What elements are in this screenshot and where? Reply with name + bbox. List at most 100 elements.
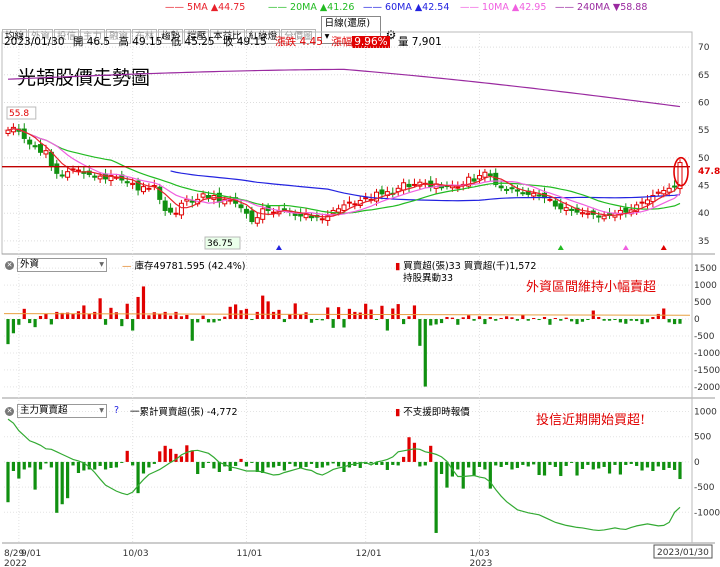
candle-body [504,188,510,191]
candle-body [200,193,206,198]
main-force-bar [613,461,617,465]
main-force-bar [22,461,26,470]
foreign-bar [309,319,314,323]
foreign-bar [282,319,286,323]
current-price-label: 47.8 [698,167,720,177]
main-force-bar [391,461,395,465]
main-force-bar [656,461,660,467]
foreign-bar [396,304,400,320]
foreign-bar [613,319,617,321]
candle-body [146,187,152,190]
foreign-bar [607,319,612,321]
foreign-bar [537,319,541,321]
candle-body [352,203,358,206]
main-force-bar [331,461,335,464]
main-force-stat: 一累計買賣超(張) -4,772 [130,407,238,418]
foreign-bar [288,314,292,320]
candle-body [38,144,44,153]
foreign-bar [488,316,492,320]
candle-body [411,183,417,186]
main-force-bar [304,461,308,467]
candle-body [206,195,212,199]
foreign-bar [575,319,579,325]
foreign-bar [250,319,254,321]
foreign-bar [93,311,97,320]
candle-body [514,189,520,192]
main-force-bar [439,461,444,475]
main-force-bar [277,461,281,466]
candle-body [487,173,493,177]
main-force-annotation: 投信近期開始買超! [536,413,646,428]
candle-body [379,189,385,195]
foreign-bar [336,307,341,320]
foreign-bar [645,319,650,323]
main-force-legend: ▮ 不支援即時報價 [395,404,470,418]
main-force-bar [282,461,286,471]
high-price-label: 55.8 [9,109,29,119]
foreign-bar [624,319,628,324]
main-force-bar [672,461,677,470]
candle-body [238,204,244,209]
candle-body [655,191,661,194]
x-tick-label: 9/01 [21,549,41,559]
main-force-tick-label: 1000 [694,408,717,418]
main-force-bar [651,461,655,471]
foreign-bar [217,319,221,321]
main-force-bar [667,461,671,468]
foreign-bar [131,319,135,331]
stat-line-swatch: — [122,261,132,272]
price-panel-frame [1,31,693,255]
main-force-bar [206,461,211,463]
price-tick-label: 40 [698,209,710,219]
main-force-bar [125,450,129,462]
main-force-bar [483,461,487,470]
main-force-indicator-select[interactable]: 主力買賣超 [17,404,107,418]
candle-body [59,174,65,177]
foreign-bar [548,319,552,325]
foreign-bar [125,303,129,320]
candle-body [243,208,249,214]
main-force-bar [618,461,622,475]
main-force-bar [380,461,384,465]
main-force-bar [515,461,520,468]
foreign-tick-label: 1500 [694,264,717,274]
foreign-bar [450,317,454,320]
price-tick-label: 50 [698,154,710,164]
main-force-bar [49,461,53,468]
main-force-bar [570,461,574,463]
help-icon[interactable]: ? [114,405,119,416]
foreign-bar [196,319,200,323]
candle-body [363,197,369,200]
foreign-bar [76,311,81,320]
main-force-bar [564,461,568,466]
foreign-bar [266,301,270,320]
main-force-bar [412,442,417,462]
foreign-bar [190,319,194,341]
foreign-bar [234,304,238,320]
candle-body [579,212,585,215]
main-force-bar [434,461,438,533]
foreign-tick-label: -1500 [694,366,720,376]
foreign-bar [152,312,156,320]
candle-body [639,201,645,204]
legend-bar-swatch: ▮ [395,261,401,272]
candle-body [672,185,678,188]
main-force-bar [521,461,525,465]
x-tick-year: 2022 [4,559,27,567]
main-force-bar [591,461,595,470]
foreign-bar [515,319,520,321]
close-icon[interactable]: ✕ [5,261,14,270]
candle-body [661,190,667,195]
close-icon[interactable]: ✕ [5,407,14,416]
foreign-bar [640,319,644,325]
price-tick-label: 60 [698,98,710,108]
stock-chart-window: —— 5MA ▲44.75 —— 20MA ▲41.26 —— 60MA ▲42… [0,0,720,567]
main-force-bar [385,461,389,470]
foreign-indicator-select[interactable]: 外資 [17,258,107,272]
candle-body [644,199,650,205]
main-force-bar [152,461,156,464]
date-cursor-label: 2023/01/30 [657,548,709,558]
foreign-bar [494,319,498,321]
candle-body [552,200,558,207]
main-force-bar [461,461,465,489]
